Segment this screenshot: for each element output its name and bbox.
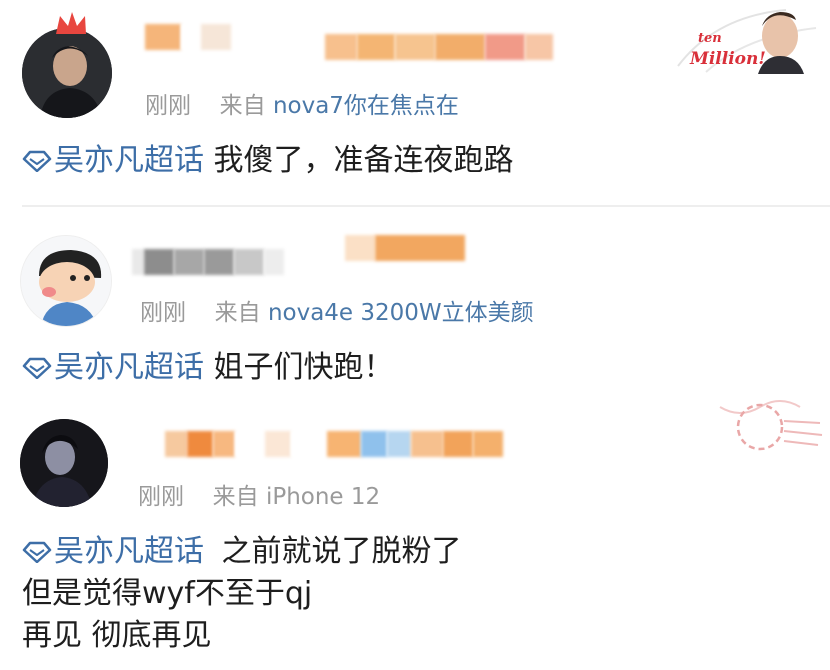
supertopic-label: 吴亦凡超话	[54, 350, 204, 385]
ten-million-badge[interactable]: ten Million!	[676, 6, 826, 74]
cartoon-avatar-icon	[21, 236, 111, 326]
source-prefix: 来自	[219, 93, 266, 119]
post-time: 刚刚	[140, 300, 186, 326]
user-badges-blurred	[345, 235, 465, 261]
username-blurred[interactable]	[132, 249, 284, 275]
svg-text:ten: ten	[698, 31, 722, 46]
avatar[interactable]	[20, 419, 108, 507]
post-meta: 刚刚 来自 nova4e 3200W立体美颜	[140, 293, 534, 327]
post-source[interactable]: nova4e 3200W立体美颜	[268, 300, 534, 326]
supertopic-diamond-icon	[22, 541, 52, 563]
avatar-photo-icon	[20, 419, 108, 507]
post-text-line: 再见 彻底再见	[22, 618, 212, 653]
supertopic-label: 吴亦凡超话	[54, 534, 204, 569]
post-text-line: 之前就说了脱粉了	[221, 534, 462, 569]
post-3[interactable]: 刚刚 来自 iPhone 12 吴亦凡超话 之前就说了脱粉了 但是觉得wyf不至…	[0, 397, 830, 670]
source-prefix: 来自	[214, 300, 261, 326]
post-2[interactable]: 刚刚 来自 nova4e 3200W立体美颜 吴亦凡超话 姐子们快跑！	[0, 207, 830, 397]
post-meta: 刚刚 来自 nova7你在焦点在	[145, 86, 459, 120]
ten-million-badge-icon: ten Million!	[677, 9, 817, 74]
crown-badge-icon	[56, 12, 86, 34]
post-time: 刚刚	[138, 484, 184, 510]
post-text-line: 我傻了，准备连夜跑路	[213, 143, 514, 178]
post-body: 吴亦凡超话 我傻了，准备连夜跑路	[22, 140, 514, 182]
post-source[interactable]: iPhone 12	[266, 484, 380, 510]
avatar[interactable]	[22, 28, 112, 118]
supertopic-diamond-icon	[22, 357, 52, 379]
post-body: 吴亦凡超话 姐子们快跑！	[22, 347, 394, 389]
post-body: 吴亦凡超话 之前就说了脱粉了 但是觉得wyf不至于qj 再见 彻底再见	[22, 531, 462, 657]
post-time: 刚刚	[145, 93, 191, 119]
source-prefix: 来自	[212, 484, 259, 510]
supertopic-label: 吴亦凡超话	[54, 143, 204, 178]
post-text-line: 但是觉得wyf不至于qj	[22, 576, 313, 611]
post-text-line: 姐子们快跑！	[213, 350, 394, 385]
supertopic-link[interactable]: 吴亦凡超话	[22, 534, 214, 569]
avatar[interactable]	[20, 235, 112, 327]
username-blurred[interactable]	[165, 431, 503, 457]
post-text-row: 吴亦凡超话 之前就说了脱粉了	[22, 531, 462, 573]
username-blurred[interactable]	[145, 24, 231, 50]
post-meta: 刚刚 来自 iPhone 12	[138, 477, 380, 511]
avatar-photo-icon	[22, 28, 112, 118]
supertopic-diamond-icon	[22, 150, 52, 172]
user-badges-blurred	[325, 34, 553, 60]
post-source[interactable]: nova7你在焦点在	[273, 93, 459, 119]
postmark-stamp-icon	[719, 400, 823, 451]
post-1[interactable]: 刚刚 来自 nova7你在焦点在 ten Million! 吴亦凡超话 我傻了，…	[0, 0, 830, 205]
svg-text:Million!: Million!	[689, 49, 766, 69]
supertopic-link[interactable]: 吴亦凡超话	[22, 350, 214, 385]
supertopic-link[interactable]: 吴亦凡超话	[22, 143, 214, 178]
